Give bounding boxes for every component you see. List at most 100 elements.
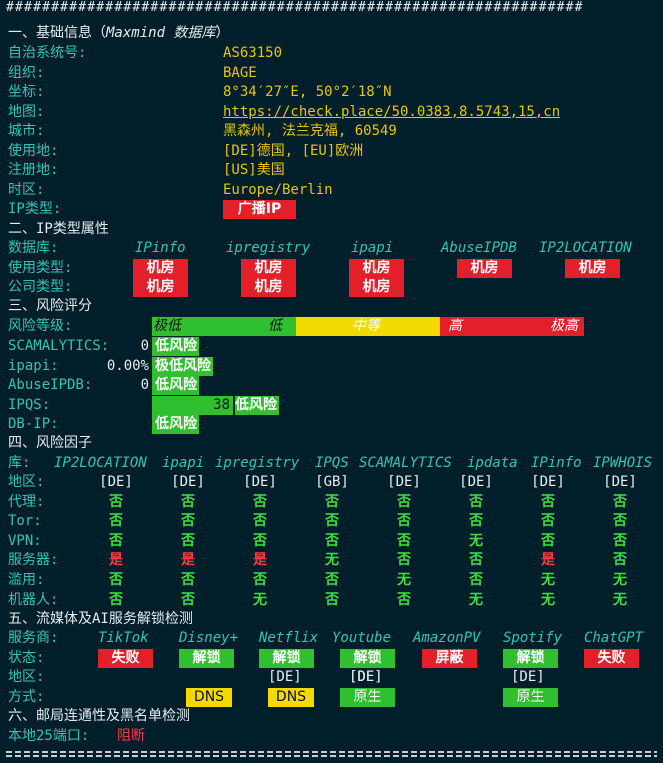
section-1-title-text: 一、基础信息（ [8, 25, 106, 41]
map-link[interactable]: https://check.place/50.0383,8.5743,15,cn [223, 103, 560, 122]
usage-label: 使用类型: [8, 260, 73, 276]
top-separator: ########################################… [6, 0, 584, 15]
factor-cell: 无 [541, 572, 555, 588]
risk-source-label: SCAMALYTICS: [8, 338, 110, 354]
factor-cell: 否 [397, 513, 411, 530]
status-badge: 屏蔽 [422, 649, 477, 668]
factor-cell: [DE] [243, 474, 277, 490]
status-badge: 失败 [98, 649, 153, 668]
db-header: IPinfo [135, 240, 186, 256]
risk-score: 0.00% [106, 357, 149, 374]
factor-cell: 否 [325, 493, 339, 510]
factor-cell: 否 [397, 552, 411, 569]
factor-cell: 否 [541, 532, 555, 549]
factor-cell: 否 [397, 532, 411, 549]
factor-cell: [DE] [171, 474, 205, 490]
info-label: 组织: [8, 64, 45, 81]
factor-cell: 否 [181, 493, 195, 510]
factor-cell: 无 [613, 591, 627, 608]
ip-type-label: IP类型: [8, 201, 62, 217]
factor-label: Tor: [8, 513, 42, 530]
method-badge: 原生 [503, 688, 558, 707]
section-3-title: 三、风险评分 [8, 298, 92, 314]
risk-level-high: 高 [448, 318, 462, 334]
service-header: ChatGPT [584, 630, 644, 646]
factor-label: 滥用: [8, 572, 45, 588]
factor-cell: 否 [109, 532, 123, 549]
info-value: [US]美国 [223, 162, 285, 178]
factor-cell: 否 [325, 532, 339, 549]
info-label: 自治系统号: [8, 45, 87, 61]
factor-cell: [GB] [315, 474, 349, 490]
risk-source-label: DB-IP: [8, 416, 59, 432]
factor-cell: 否 [109, 591, 123, 608]
risk-score: 38 [213, 396, 230, 413]
factor-cell: 否 [109, 493, 123, 510]
factor-cell: 否 [181, 513, 195, 530]
db-header: AbuseIPDB [441, 240, 517, 256]
status-badge: 失败 [584, 649, 639, 668]
info-value: BAGE [223, 64, 257, 81]
db-header: IP2LOCATION [539, 240, 632, 256]
risk-bar-divider [152, 337, 153, 356]
usage-badge: 机房 [565, 259, 620, 278]
method-label: 方式: [8, 689, 45, 705]
db-header: ipregistry [226, 240, 311, 256]
risk-bar-divider [232, 395, 233, 415]
risk-score: 0 [140, 338, 149, 354]
risk-score: 0 [140, 377, 149, 393]
info-label: 坐标: [8, 84, 45, 100]
service-header: Youtube [332, 630, 392, 646]
factor-cell: 无 [325, 552, 339, 569]
company-badge: 机房 [133, 278, 188, 297]
risk-source-label: AbuseIPDB: [8, 377, 93, 393]
service-header: Spotify [503, 630, 563, 646]
service-header: TikTok [98, 630, 149, 646]
db-label: 数据库: [8, 240, 59, 256]
risk-level-label: 风险等级: [8, 318, 73, 334]
factor-cell: 无 [253, 591, 267, 608]
factor-cell: 是 [541, 552, 555, 569]
service-header: AmazonPV [413, 630, 481, 646]
status-badge: 解锁 [340, 649, 395, 668]
factor-cell: 否 [181, 591, 195, 608]
factor-cell: 否 [325, 591, 339, 608]
factor-cell: 否 [325, 572, 339, 588]
factor-cell: 无 [469, 532, 483, 549]
risk-bar-divider [152, 356, 153, 376]
risk-level-medium: 中等 [352, 318, 380, 334]
status-label: 状态: [8, 650, 45, 666]
lib-header: IPinfo [531, 455, 582, 471]
factor-cell: 否 [541, 513, 555, 530]
usage-badge: 机房 [133, 259, 188, 278]
factor-cell: 否 [253, 572, 267, 588]
section-1-title-end: ） [215, 25, 230, 41]
factor-cell: [DE] [459, 474, 493, 490]
factor-cell: 是 [181, 552, 195, 569]
lib-label: 库: [8, 455, 31, 471]
port25-label: 本地25端口: [8, 728, 90, 744]
factor-cell: 是 [253, 552, 267, 569]
factor-cell: 否 [613, 532, 627, 549]
risk-source-label: ipapi: [8, 357, 59, 374]
risk-text: 低风险 [155, 376, 199, 395]
factor-label: VPN: [8, 532, 42, 549]
risk-level-very-low: 极低 [153, 318, 181, 334]
bottom-separator [6, 751, 657, 753]
risk-bar-divider [152, 376, 153, 395]
section-4-title: 四、风险因子 [8, 435, 92, 451]
lib-header: ipdata [467, 455, 518, 471]
risk-source-label: IPQS: [8, 396, 51, 413]
company-label: 公司类型: [8, 279, 73, 295]
bottom-separator-2 [6, 755, 657, 757]
method-badge: 原生 [340, 688, 395, 707]
factor-cell: 否 [253, 513, 267, 530]
ip-type-badge: 广播IP [223, 200, 296, 219]
factor-cell: 否 [397, 493, 411, 510]
company-badge: 机房 [349, 278, 404, 297]
service-header: Disney+ [179, 630, 239, 646]
factor-cell: 否 [109, 513, 123, 530]
risk-text: 低风险 [155, 337, 199, 356]
factor-cell: [DE] [387, 474, 421, 490]
db-header: ipapi [351, 240, 394, 256]
